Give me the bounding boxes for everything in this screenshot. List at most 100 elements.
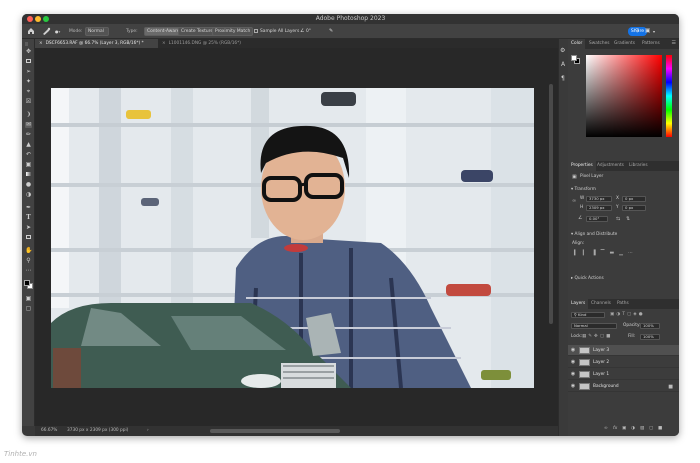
workspace-icon[interactable]: ▣ (645, 27, 650, 36)
path-select-icon[interactable]: ➤ (25, 225, 32, 231)
y-field[interactable]: 0 px (622, 205, 646, 211)
document-canvas-photo[interactable] (51, 88, 534, 388)
pressure-icon[interactable]: ✎ (329, 27, 333, 36)
search-icon[interactable]: ⚲ (635, 27, 639, 36)
layer-row[interactable]: ◉ Layer 1 (568, 369, 679, 380)
new-layer-icon[interactable]: ▢ (649, 426, 653, 431)
tab-channels[interactable]: Channels (588, 299, 614, 309)
group-folder-icon[interactable]: ▧ (640, 426, 644, 431)
crop-icon[interactable]: ⌖ (25, 89, 32, 95)
color-picker-field[interactable] (586, 55, 662, 137)
foreground-background-icon[interactable] (24, 280, 34, 290)
mode-dropdown[interactable]: Normal (85, 27, 109, 36)
pen-icon[interactable]: ✒ (25, 205, 32, 211)
x-field[interactable]: 0 px (622, 196, 646, 202)
tab-adjustments[interactable]: Adjustments (594, 161, 627, 171)
blur-icon[interactable]: ● (25, 182, 32, 188)
brush-size-dropdown[interactable]: ●▾ (55, 27, 60, 36)
align-center-h-icon[interactable]: ▎ (583, 250, 592, 256)
tab-patterns[interactable]: Patterns (639, 39, 663, 49)
move-icon[interactable]: ✥ (25, 49, 32, 55)
opacity-field[interactable]: 100% (640, 323, 660, 329)
sample-all-layers-checkbox[interactable]: Sample All Layers (254, 27, 299, 36)
layer-filter-dropdown[interactable]: ⚲ Kind (571, 312, 605, 318)
eyedropper-icon[interactable]: ❩ (25, 112, 32, 118)
status-chevron-icon[interactable]: › (147, 426, 149, 436)
tab-gradients[interactable]: Gradients (611, 39, 638, 49)
brush-icon[interactable]: ✏ (25, 132, 32, 138)
visibility-eye-icon[interactable]: ◉ (570, 372, 576, 377)
proximity-match-button[interactable]: Proximity Match (212, 27, 254, 36)
type-icon[interactable]: T (25, 215, 32, 221)
quick-mask-icon[interactable]: ▣ (25, 296, 32, 302)
tab-color[interactable]: Color (568, 39, 586, 49)
healing-brush-icon[interactable]: ✉ (25, 122, 32, 128)
tab-paths[interactable]: Paths (614, 299, 632, 309)
align-middle-icon[interactable]: ▬ (609, 250, 619, 256)
character-panel-icon[interactable]: A (561, 61, 565, 68)
zoom-icon[interactable]: ⚲ (25, 258, 32, 264)
quick-actions-header[interactable]: ▸ Quick Actions (571, 276, 604, 282)
angle-value[interactable]: 0° (306, 27, 311, 36)
tab-close-icon[interactable]: × (162, 41, 166, 46)
flip-horizontal-icon[interactable]: ⇆ (616, 216, 620, 222)
history-brush-icon[interactable]: ↶ (25, 152, 32, 158)
align-bottom-icon[interactable]: ▁ (619, 250, 628, 256)
more-tools-icon[interactable]: ⋯ (25, 268, 32, 274)
rectangle-icon[interactable] (25, 235, 32, 241)
tab-document-1[interactable]: × DSCF6653.RAF @ 66.7% (Layer 3, RGB/16*)… (35, 39, 158, 48)
history-panel-icon[interactable]: ⚙ (560, 47, 565, 54)
visibility-eye-icon[interactable]: ◉ (570, 384, 576, 389)
vertical-scrollbar[interactable] (549, 84, 553, 324)
tab-document-2[interactable]: × L1001146.DNG @ 25% (RGB/16*) (158, 39, 258, 48)
zoom-level[interactable]: 66.67% (41, 426, 57, 436)
width-field[interactable]: 3730 px (586, 196, 612, 202)
tab-swatches[interactable]: Swatches (586, 39, 613, 49)
fill-field[interactable]: 100% (640, 334, 660, 340)
create-texture-button[interactable]: Create Texture (178, 27, 217, 36)
align-left-icon[interactable]: ▍ (574, 250, 583, 256)
layer-row[interactable]: ◉ Layer 2 (568, 357, 679, 368)
visibility-eye-icon[interactable]: ◉ (570, 348, 576, 353)
blend-mode-dropdown[interactable]: Normal (571, 323, 617, 329)
lock-all-icon[interactable]: ■ (606, 334, 612, 339)
spot-healing-tool-preset-icon[interactable] (42, 27, 51, 35)
quick-select-icon[interactable]: ✦ (25, 79, 32, 85)
tab-close-icon[interactable]: × (39, 41, 43, 46)
marquee-icon[interactable] (25, 59, 32, 65)
eraser-icon[interactable]: ▣ (25, 162, 32, 168)
gradient-icon[interactable] (25, 172, 32, 178)
hue-slider[interactable] (666, 55, 672, 137)
color-fg-bg-icon[interactable] (571, 55, 581, 65)
home-icon[interactable] (27, 27, 35, 35)
align-more-icon[interactable]: ⋯ (628, 250, 638, 256)
fx-icon[interactable]: fx (613, 426, 617, 431)
dodge-icon[interactable]: ◑ (25, 192, 32, 198)
visibility-eye-icon[interactable]: ◉ (570, 360, 576, 365)
filter-toggle-icon[interactable]: ● (639, 312, 645, 317)
layer-row[interactable]: ◉ Background ■ (568, 381, 679, 392)
clone-stamp-icon[interactable]: ▲ (25, 142, 32, 148)
tab-libraries[interactable]: Libraries (626, 161, 651, 171)
hand-icon[interactable]: ✋ (25, 248, 32, 254)
align-distribute-header[interactable]: ▾ Align and Distribute (571, 232, 617, 238)
angle-field[interactable]: 0.00° (586, 216, 608, 222)
link-layers-icon[interactable]: ∞ (604, 426, 608, 431)
paragraph-panel-icon[interactable]: ¶ (561, 75, 565, 82)
panel-menu-icon[interactable]: ☰ (672, 40, 676, 46)
canvas-area[interactable] (35, 48, 558, 426)
transform-header[interactable]: ▾ Transform (571, 187, 596, 193)
lasso-icon[interactable]: ➢ (25, 69, 32, 75)
add-mask-icon[interactable]: ▣ (622, 426, 626, 431)
screen-mode-icon[interactable]: ▢ (25, 306, 32, 312)
link-icon[interactable]: ∞ (572, 198, 576, 204)
flip-vertical-icon[interactable]: ⇅ (626, 216, 630, 222)
layer-row[interactable]: ◉ Layer 3 (568, 345, 679, 356)
workspace-chevron-icon[interactable]: ▾ (653, 27, 655, 36)
height-field[interactable]: 2309 px (586, 205, 612, 211)
horizontal-scrollbar[interactable] (210, 429, 340, 433)
content-aware-button[interactable]: Content-Aware (144, 27, 183, 36)
frame-icon[interactable]: ☒ (25, 99, 32, 105)
tab-layers[interactable]: Layers (568, 299, 589, 309)
align-right-icon[interactable]: ▐ (592, 250, 601, 256)
